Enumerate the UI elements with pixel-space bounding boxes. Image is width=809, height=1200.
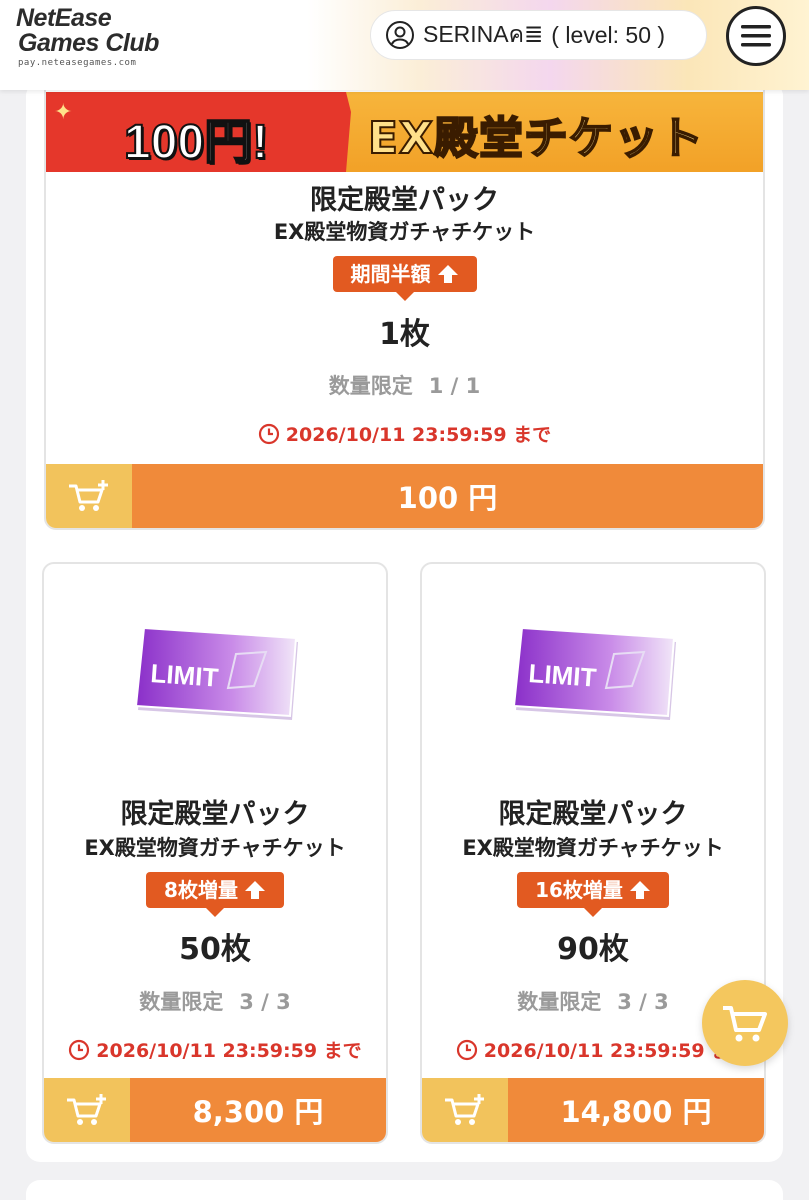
deadline-text: 2026/10/11 23:59:59 まで bbox=[285, 424, 552, 446]
purchase-limit: 数量限定 3 / 3 bbox=[44, 986, 386, 1016]
username: SERINAค≣ bbox=[423, 21, 544, 47]
price-label[interactable]: 14,800 円 bbox=[508, 1078, 764, 1142]
sale-deadline: 2026/10/11 23:59:59 まで bbox=[44, 1036, 386, 1063]
add-to-cart-button[interactable] bbox=[422, 1078, 508, 1142]
logo-url-text: pay.neteasegames.com bbox=[18, 58, 137, 68]
banner-price-text: 100円! bbox=[123, 115, 269, 170]
banner-title-text: EX殿堂チケット bbox=[367, 112, 704, 165]
price-label[interactable]: 8,300 円 bbox=[130, 1078, 386, 1142]
next-section-card bbox=[26, 1180, 783, 1200]
site-header: NetEase Games Club pay.neteasegames.com … bbox=[0, 0, 809, 90]
limit-label: 数量限定 bbox=[517, 990, 602, 1014]
product-card: LIMIT 限定殿堂パック EX殿堂物資ガチャチケット 16枚増量 90枚 数量… bbox=[420, 562, 766, 1144]
purchase-limit: 数量限定 1 / 1 bbox=[46, 370, 763, 400]
user-account-pill[interactable]: SERINAค≣ ( level: 50 ) bbox=[370, 10, 707, 60]
cart-icon bbox=[723, 1006, 767, 1042]
product-quantity: 50枚 bbox=[179, 932, 251, 967]
cart-plus-icon bbox=[69, 480, 108, 511]
badge-wrap: 16枚増量 bbox=[422, 872, 764, 917]
product-title: 限定殿堂パック bbox=[498, 799, 688, 830]
logo-text-line1: NetEase bbox=[16, 4, 112, 32]
product-subtitle: EX殿堂物資ガチャチケット bbox=[462, 836, 724, 860]
buy-button[interactable]: 8,300 円 bbox=[44, 1078, 386, 1142]
product-quantity: 90枚 bbox=[557, 932, 629, 967]
deadline-text: 2026/10/11 23:59:59 まで bbox=[96, 1040, 362, 1062]
ticket-label: LIMIT bbox=[528, 658, 598, 693]
banner-red-section: ✦ 100円! bbox=[46, 92, 351, 172]
product-card: LIMIT 限定殿堂パック EX殿堂物資ガチャチケット 8枚増量 50枚 数量限… bbox=[42, 562, 388, 1144]
promo-banner: ✦ 100円! EX殿堂チケット bbox=[46, 92, 763, 172]
featured-product-card: ✦ 100円! EX殿堂チケット 限定殿堂パック EX殿堂物資ガチャチケット 期… bbox=[44, 64, 765, 530]
menu-button[interactable] bbox=[726, 6, 786, 66]
product-title: 限定殿堂パック bbox=[120, 799, 310, 830]
discount-badge: 期間半額 bbox=[332, 256, 477, 301]
limit-value: 3 / 3 bbox=[239, 990, 291, 1014]
badge-wrap: 期間半額 bbox=[46, 256, 763, 301]
product-subtitle: EX殿堂物資ガチャチケット bbox=[273, 220, 536, 244]
limit-ticket-image: LIMIT bbox=[514, 626, 676, 720]
clock-icon bbox=[456, 1039, 477, 1060]
clock-icon bbox=[258, 423, 279, 444]
deadline-text: 2026/10/11 23:59:59 ま bbox=[483, 1040, 731, 1062]
sparkle-icon: ✦ bbox=[54, 100, 73, 125]
badge-label: 16枚増量 bbox=[535, 878, 623, 902]
cart-plus-icon bbox=[445, 1094, 484, 1125]
badge-label: 8枚増量 bbox=[164, 878, 238, 902]
floating-cart-button[interactable] bbox=[702, 980, 788, 1066]
product-quantity: 1枚 bbox=[379, 317, 430, 352]
up-arrow-icon bbox=[437, 265, 458, 283]
price-label[interactable]: 100 円 bbox=[132, 464, 763, 528]
hamburger-menu-icon bbox=[741, 25, 771, 47]
limit-label: 数量限定 bbox=[328, 374, 413, 398]
bonus-badge: 8枚増量 bbox=[146, 872, 284, 917]
netease-games-club-logo[interactable]: NetEase Games Club pay.neteasegames.com bbox=[16, 4, 166, 69]
buy-button[interactable]: 14,800 円 bbox=[422, 1078, 764, 1142]
product-subtitle: EX殿堂物資ガチャチケット bbox=[84, 836, 346, 860]
user-circle-icon bbox=[386, 21, 414, 49]
up-arrow-icon bbox=[244, 881, 265, 899]
limit-value: 3 / 3 bbox=[617, 990, 669, 1014]
bonus-badge: 16枚増量 bbox=[517, 872, 669, 917]
sale-deadline: 2026/10/11 23:59:59 まで bbox=[46, 420, 763, 447]
buy-button[interactable]: 100 円 bbox=[46, 464, 763, 528]
badge-label: 期間半額 bbox=[350, 262, 431, 286]
badge-wrap: 8枚増量 bbox=[44, 872, 386, 917]
user-level: ( level: 50 ) bbox=[551, 21, 666, 48]
cart-plus-icon bbox=[67, 1094, 106, 1125]
limit-value: 1 / 1 bbox=[428, 374, 481, 398]
limit-label: 数量限定 bbox=[139, 990, 224, 1014]
up-arrow-icon bbox=[629, 881, 650, 899]
limit-ticket-image: LIMIT bbox=[136, 626, 298, 720]
logo-text-line2: Games Club bbox=[18, 29, 159, 57]
add-to-cart-button[interactable] bbox=[46, 464, 132, 528]
add-to-cart-button[interactable] bbox=[44, 1078, 130, 1142]
ticket-label: LIMIT bbox=[150, 658, 220, 693]
product-title: 限定殿堂パック bbox=[310, 185, 499, 216]
clock-icon bbox=[69, 1039, 90, 1060]
